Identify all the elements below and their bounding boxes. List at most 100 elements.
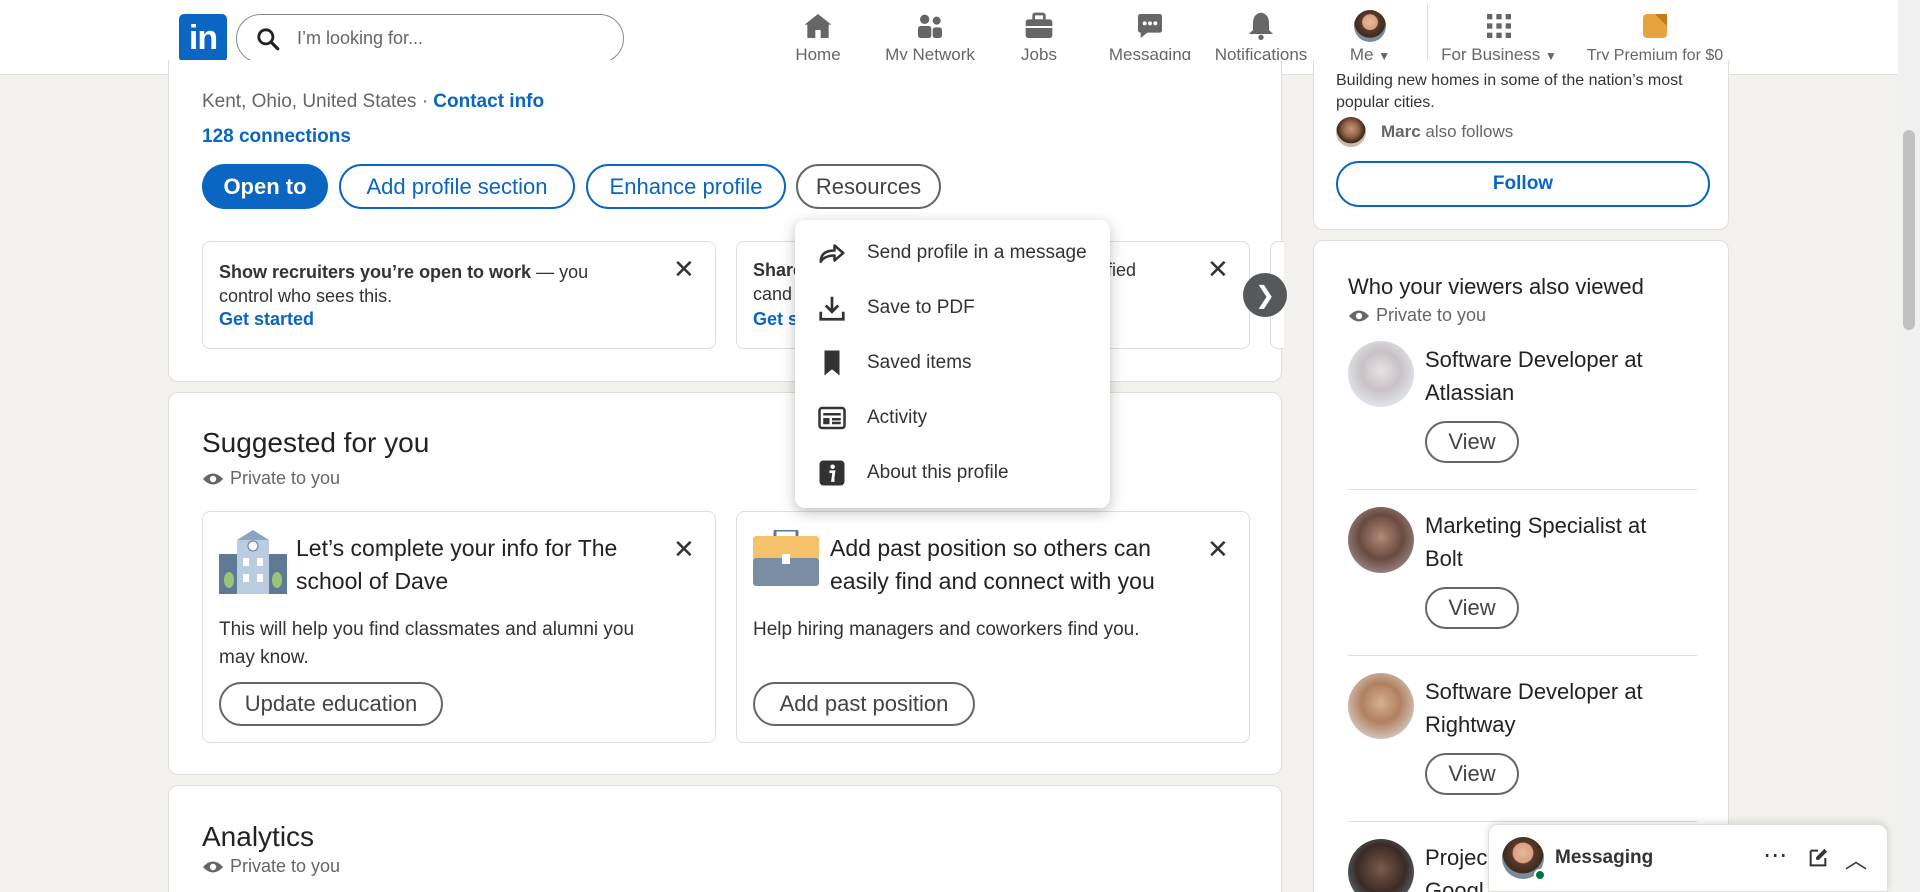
menu-item-saved-items[interactable]: Saved items [817,343,972,383]
menu-item-label: Activity [867,407,928,428]
share-arrow-icon [819,244,845,263]
grid-icon [1487,14,1511,38]
analytics-privacy-label: Private to you [230,856,341,876]
scrollbar-thumb[interactable] [1903,130,1915,330]
messaging-icon [1138,14,1162,38]
avatar [1348,507,1414,573]
position-suggestion-title: Add past position so others can easily f… [830,535,1155,594]
open-to-work-card: Show recruiters you’re open to work — yo… [202,241,716,349]
divider [1348,489,1697,490]
resources-button[interactable]: Resources [796,164,941,209]
menu-item-label: Save to PDF [867,297,975,318]
person-title: Software Developer at Atlassian [1425,347,1643,405]
home-icon [804,14,832,38]
messaging-bar[interactable]: Messaging ⋯ ︿ [1488,824,1888,892]
divider [1348,655,1697,656]
messaging-label: Messaging [1555,847,1654,868]
location-line: Kent, Ohio, United States · Contact info [202,91,544,113]
logo-text: in [188,18,218,57]
viewers-card: Who your viewers also viewed Private to … [1313,240,1729,892]
avatar [1354,10,1386,42]
follow-snippet: Building new homes in some of the nation… [1336,72,1683,111]
add-past-position-button[interactable]: Add past position [753,682,975,726]
suggested-card: Suggested for you Private to you Let’s c… [168,392,1282,775]
carousel-next-button[interactable]: ❯ [1243,273,1287,317]
nav-home[interactable]: Home [790,10,846,65]
education-suggestion-card: Let’s complete your info for The school … [202,511,716,743]
nav-messaging[interactable]: Messaging [1108,10,1192,65]
position-suggestion-card: Add past position so others can easily f… [736,511,1250,743]
nav-my-network[interactable]: My Network [880,10,980,65]
close-icon[interactable]: ✕ [673,254,695,285]
profile-card: Kent, Ohio, United States · Contact info… [168,60,1287,382]
nav-for-business[interactable]: For Business ▼ [1441,10,1557,65]
search-placeholder: I’m looking for... [297,28,424,48]
menu-item-label: Send profile in a message [867,242,1087,263]
premium-icon [1643,14,1667,38]
menu-item-label: About this profile [867,462,1009,483]
resources-menu: Send profile in a message Save to PDF Sa… [795,220,1110,508]
download-icon [819,296,845,321]
compose-icon[interactable] [1807,847,1829,869]
share-card-line1-end: fied [1107,260,1137,280]
get-started-link[interactable]: Get started [219,309,314,330]
analytics-title: Analytics [202,821,315,852]
suggested-privacy: Private to you [202,468,340,489]
enhance-profile-button[interactable]: Enhance profile [586,164,786,209]
close-icon[interactable]: ✕ [1207,534,1229,565]
analytics-card: Analytics Private to you [168,785,1282,892]
chevron-up-icon[interactable]: ︿ [1845,843,1867,875]
menu-item-activity[interactable]: Activity [817,398,927,438]
suggested-title: Suggested for you [202,427,430,458]
education-suggestion-title: Let’s complete your info for The school … [296,535,618,594]
update-education-button[interactable]: Update education [219,682,443,726]
viewers-privacy: Private to you [1348,305,1486,326]
avatar [1336,117,1366,147]
eye-icon [202,861,224,872]
view-button[interactable]: View [1425,753,1519,795]
more-options-icon[interactable]: ⋯ [1763,841,1788,870]
follow-button[interactable]: Follow [1336,161,1710,207]
briefcase-icon [1025,12,1053,38]
contact-info-link[interactable]: Contact info [433,91,544,112]
menu-item-label: Saved items [867,352,972,373]
follower-line: Marc also follows [1381,122,1513,142]
nav-premium[interactable]: Try Premium for $0 [1580,10,1730,65]
network-icon [918,14,942,38]
view-button[interactable]: View [1425,587,1519,629]
location-separator: · [421,91,429,112]
nav-me[interactable]: Me ▼ [1340,10,1400,65]
menu-item-save-pdf[interactable]: Save to PDF [817,288,975,328]
close-icon[interactable]: ✕ [673,534,695,565]
divider [1348,821,1697,822]
close-icon[interactable]: ✕ [1207,254,1229,285]
avatar [1348,341,1414,407]
analytics-privacy: Private to you [202,856,340,877]
eye-icon [202,473,224,484]
open-to-button[interactable]: Open to [202,164,328,209]
follow-card: Building new homes in some of the nation… [1313,60,1729,230]
view-button[interactable]: View [1425,421,1519,463]
follower-name: Marc [1381,122,1421,141]
suggested-privacy-label: Private to you [230,468,341,488]
follower-suffix: also follows [1420,122,1514,141]
share-card-link[interactable]: Get s [753,309,798,330]
open-to-work-bold: Show recruiters you’re open to work [219,262,532,282]
open-to-work-text: Show recruiters you’re open to work — yo… [219,260,619,308]
viewers-title: Who your viewers also viewed [1348,274,1644,299]
search-icon [257,27,280,50]
nav-jobs[interactable]: Jobs [1018,10,1060,65]
connections-link[interactable]: 128 connections [202,126,351,148]
add-profile-section-button[interactable]: Add profile section [339,164,575,209]
linkedin-logo[interactable]: in [179,14,227,62]
person-title: Marketing Specialist at Bolt [1425,513,1647,571]
location-text: Kent, Ohio, United States [202,91,417,112]
menu-item-about-profile[interactable]: About this profile [817,453,1009,493]
avatar [1348,839,1414,892]
bell-icon [1249,12,1273,40]
menu-item-send-profile[interactable]: Send profile in a message [817,233,1087,273]
nav-notifications[interactable]: Notifications [1213,10,1309,65]
school-illustration-icon [219,530,287,594]
search-input[interactable]: I’m looking for... [236,14,624,63]
share-card-line2: cand [753,284,793,304]
